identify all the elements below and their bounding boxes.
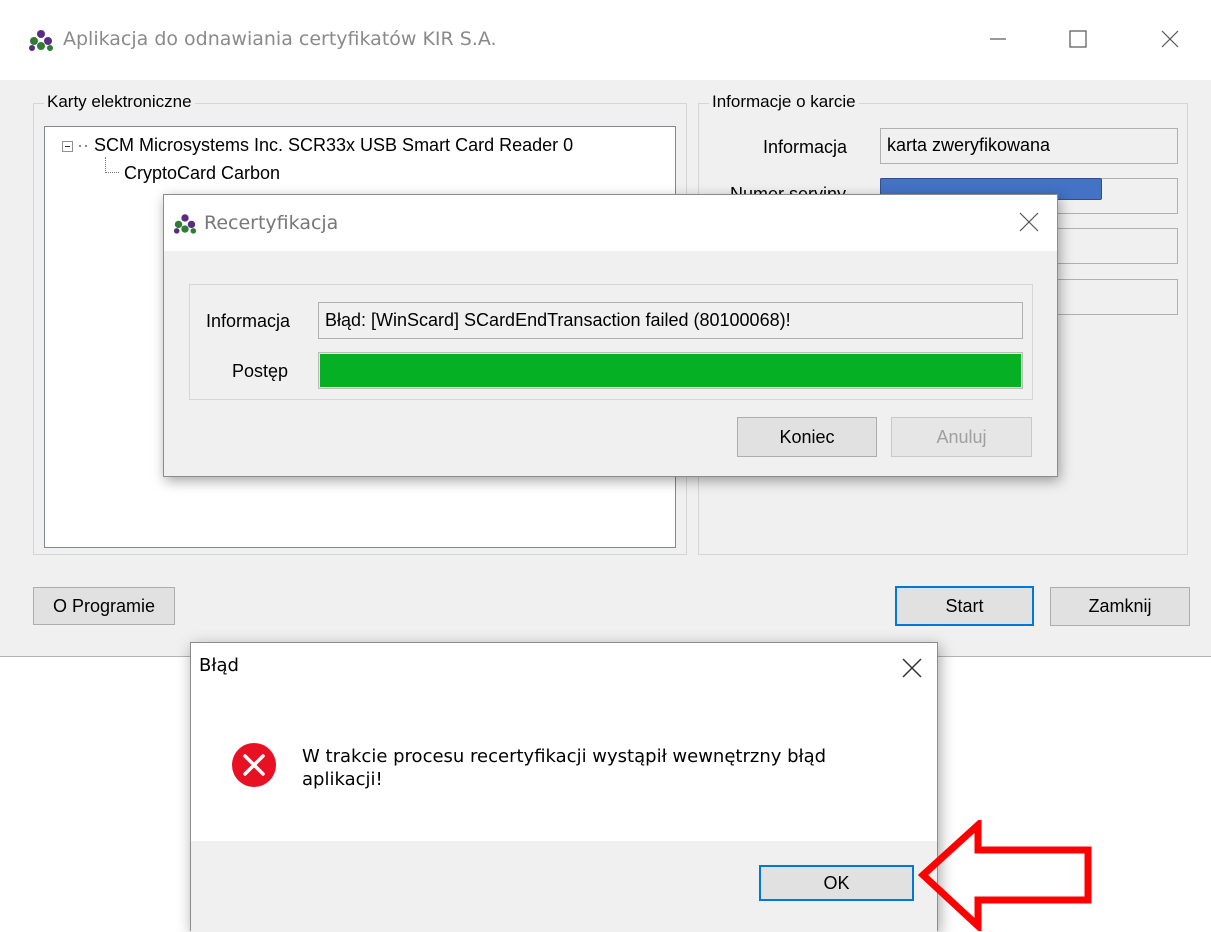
ok-button[interactable]: OK: [759, 865, 914, 901]
recertification-dialog: Recertyfikacja Informacja Błąd: [WinScar…: [163, 194, 1058, 477]
close-icon[interactable]: [899, 655, 925, 681]
minimize-icon[interactable]: [978, 24, 1018, 54]
cancel-button[interactable]: Anuluj: [891, 417, 1032, 457]
tree-item-reader-label: SCM Microsystems Inc. SCR33x USB Smart C…: [94, 135, 574, 155]
error-footer: OK: [191, 841, 937, 932]
card-info-group-label: Informacje o karcie: [709, 92, 859, 112]
info-label: Informacja: [763, 137, 848, 157]
close-icon[interactable]: [1150, 24, 1190, 54]
error-x-icon: [232, 743, 276, 787]
error-dialog: Błąd W trakcie procesu recertyfikacji wy…: [190, 642, 938, 932]
tree-item-reader[interactable]: ·· SCM Microsystems Inc. SCR33x USB Smar…: [62, 135, 573, 156]
error-title: Błąd: [199, 655, 239, 676]
kir-app-icon: [29, 30, 53, 51]
error-message: W trakcie procesu recertyfikacji wystąpi…: [302, 746, 827, 790]
collapse-icon[interactable]: [62, 140, 73, 152]
close-button[interactable]: Zamknij: [1050, 587, 1190, 626]
progress-fill: [320, 354, 1021, 387]
info-field: karta zweryfikowana: [880, 128, 1178, 164]
recert-groupbox: Informacja Błąd: [WinScard] SCardEndTran…: [189, 284, 1033, 400]
window-title: Aplikacja do odnawiania certyfikatów KIR…: [63, 28, 497, 50]
maximize-icon[interactable]: [1058, 24, 1098, 54]
recert-title: Recertyfikacja: [204, 212, 339, 234]
tree-item-card[interactable]: CryptoCard Carbon: [124, 163, 280, 184]
progress-label: Postęp: [232, 361, 289, 381]
start-button[interactable]: Start: [895, 586, 1034, 626]
red-arrow-annotation: [918, 820, 1092, 931]
recert-info-label: Informacja: [206, 311, 291, 331]
main-titlebar: Aplikacja do odnawiania certyfikatów KIR…: [0, 0, 1211, 80]
progress-bar: [318, 352, 1023, 389]
about-button[interactable]: O Programie: [33, 587, 175, 625]
recert-titlebar: Recertyfikacja: [164, 195, 1057, 251]
finish-button[interactable]: Koniec: [737, 417, 877, 457]
cards-group-label: Karty elektroniczne: [44, 92, 195, 112]
kir-app-icon: [173, 214, 197, 234]
recert-info-field: Błąd: [WinScard] SCardEndTransaction fai…: [318, 302, 1023, 339]
tree-connector: [105, 157, 119, 173]
close-icon[interactable]: [1016, 209, 1042, 235]
